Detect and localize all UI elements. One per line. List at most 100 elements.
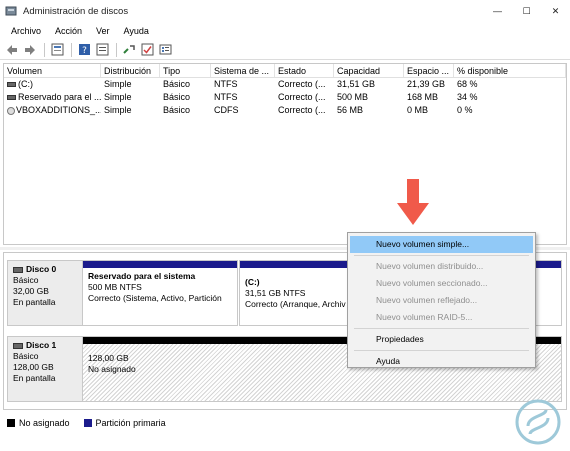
disk-name: Disco 0 — [26, 264, 57, 274]
disk-status: En pantalla — [13, 373, 56, 383]
column-capacidad[interactable]: Capacidad — [334, 64, 404, 77]
disk-name: Disco 1 — [26, 340, 57, 350]
column-espacio[interactable]: Espacio ... — [404, 64, 454, 77]
maximize-button[interactable]: ☐ — [512, 0, 541, 22]
legend: No asignado Partición primaria — [3, 413, 567, 433]
legend-label: No asignado — [19, 418, 70, 428]
list-icon[interactable] — [157, 42, 173, 58]
disk-management-icon — [5, 5, 17, 17]
volume-type: Básico — [163, 105, 191, 115]
minimize-button[interactable]: — — [483, 0, 512, 22]
primary-partition-bar — [83, 261, 237, 268]
volume-list: Volumen Distribución Tipo Sistema de ...… — [3, 63, 567, 245]
volume-layout: Simple — [104, 105, 132, 115]
table-row[interactable]: Reservado para el ... Simple Básico NTFS… — [4, 91, 566, 104]
disk-icon — [13, 266, 23, 273]
partition-detail: 31,51 GB NTFS — [245, 288, 306, 298]
disk-type: Básico — [13, 275, 39, 285]
menu-item-new-mirrored-volume: Nuevo volumen reflejado... — [376, 295, 478, 305]
partition-detail: 500 MB NTFS — [88, 282, 142, 292]
volume-icon — [7, 82, 16, 88]
partition-status: Correcto (Sistema, Activo, Partición — [88, 293, 222, 303]
volume-percent-free: 34 % — [457, 92, 478, 102]
menu-item-new-simple-volume[interactable]: Nuevo volumen simple... — [350, 236, 533, 253]
close-button[interactable]: ✕ — [541, 0, 570, 22]
disk-size: 32,00 GB — [13, 286, 49, 296]
menu-item-new-striped-volume: Nuevo volumen seccionado... — [376, 278, 488, 288]
partition-c[interactable]: (C:) 31,51 GB NTFS Correcto (Arranque, A… — [239, 260, 354, 326]
column-sistema[interactable]: Sistema de ... — [211, 64, 275, 77]
volume-status: Correcto (... — [278, 92, 326, 102]
partition-name: Reservado para el sistema — [88, 271, 196, 281]
volume-name: Reservado para el ... — [18, 92, 101, 102]
column-tipo[interactable]: Tipo — [160, 64, 211, 77]
menu-separator — [354, 350, 529, 351]
legend-label: Partición primaria — [95, 418, 166, 428]
volume-free-space: 21,39 GB — [407, 79, 446, 89]
table-row[interactable]: (C:) Simple Básico NTFS Correcto (... 31… — [4, 78, 566, 91]
properties-icon[interactable] — [49, 42, 65, 58]
unallocated-swatch — [7, 419, 15, 427]
volume-type: Básico — [163, 92, 191, 102]
menu-archivo[interactable]: Archivo — [4, 26, 48, 36]
menu-bar: Archivo Acción Ver Ayuda — [0, 22, 570, 40]
volume-layout: Simple — [104, 92, 132, 102]
volume-name: VBOXADDITIONS_... — [16, 105, 101, 115]
volume-type: Básico — [163, 79, 191, 89]
menu-item-properties[interactable]: Propiedades — [350, 331, 533, 348]
volume-icon — [7, 95, 16, 101]
menu-item-new-raid5-volume: Nuevo volumen RAID-5... — [376, 312, 473, 322]
forward-icon[interactable] — [22, 42, 38, 58]
column-distribucion[interactable]: Distribución — [101, 64, 160, 77]
volume-status: Correcto (... — [278, 105, 326, 115]
window-title: Administración de discos — [23, 5, 129, 17]
volume-capacity: 500 MB — [337, 92, 369, 102]
cd-icon — [7, 106, 15, 115]
volume-status: Correcto (... — [278, 79, 326, 89]
partition-reserved[interactable]: Reservado para el sistema 500 MB NTFS Co… — [82, 260, 238, 326]
menu-separator — [354, 328, 529, 329]
column-volumen[interactable]: Volumen — [4, 64, 101, 77]
table-row[interactable]: VBOXADDITIONS_... Simple Básico CDFS Cor… — [4, 104, 566, 117]
arrow-down-icon — [397, 179, 429, 225]
volume-list-header: Volumen Distribución Tipo Sistema de ...… — [4, 64, 566, 78]
check-icon[interactable] — [139, 42, 155, 58]
volume-percent-free: 68 % — [457, 79, 478, 89]
connect-icon[interactable] — [121, 42, 137, 58]
menu-accion[interactable]: Acción — [48, 26, 89, 36]
toolbar-separator — [44, 42, 45, 57]
menu-separator — [354, 255, 529, 256]
menu-item-new-spanned-volume: Nuevo volumen distribuido... — [376, 261, 484, 271]
menu-ver[interactable]: Ver — [89, 26, 117, 36]
disk-0-label[interactable]: Disco 0 Básico 32,00 GB En pantalla — [7, 260, 84, 326]
volume-capacity: 31,51 GB — [337, 79, 376, 89]
volume-name: (C:) — [18, 79, 33, 89]
primary-partition-bar — [240, 261, 353, 268]
volume-filesystem: NTFS — [214, 79, 238, 89]
help-icon[interactable]: ? — [76, 42, 92, 58]
volume-filesystem: CDFS — [214, 105, 239, 115]
volume-free-space: 168 MB — [407, 92, 439, 102]
disk-type: Básico — [13, 351, 39, 361]
context-menu: Nuevo volumen simple... Nuevo volumen di… — [347, 232, 536, 368]
volume-percent-free: 0 % — [457, 105, 473, 115]
primary-partition-swatch — [83, 419, 92, 427]
toolbar-separator — [116, 42, 117, 57]
disk-status: En pantalla — [13, 297, 56, 307]
menu-item-help[interactable]: Ayuda — [350, 353, 533, 370]
refresh-icon[interactable] — [94, 42, 110, 58]
menu-ayuda[interactable]: Ayuda — [117, 26, 156, 36]
column-estado[interactable]: Estado — [275, 64, 334, 77]
column-disponible[interactable]: % disponible — [454, 64, 566, 77]
partition-status: Correcto (Arranque, Archiv — [245, 299, 346, 309]
disk-size: 128,00 GB — [13, 362, 54, 372]
disk-1-label[interactable]: Disco 1 Básico 128,00 GB En pantalla — [7, 336, 84, 402]
back-icon[interactable] — [4, 42, 20, 58]
volume-free-space: 0 MB — [407, 105, 429, 115]
volume-capacity: 56 MB — [337, 105, 364, 115]
logo-watermark — [510, 396, 566, 448]
title-bar: Administración de discos — ☐ ✕ — [0, 0, 570, 22]
volume-filesystem: NTFS — [214, 92, 238, 102]
partition-name: (C:) — [245, 277, 260, 287]
toolbar: ? — [0, 40, 570, 60]
